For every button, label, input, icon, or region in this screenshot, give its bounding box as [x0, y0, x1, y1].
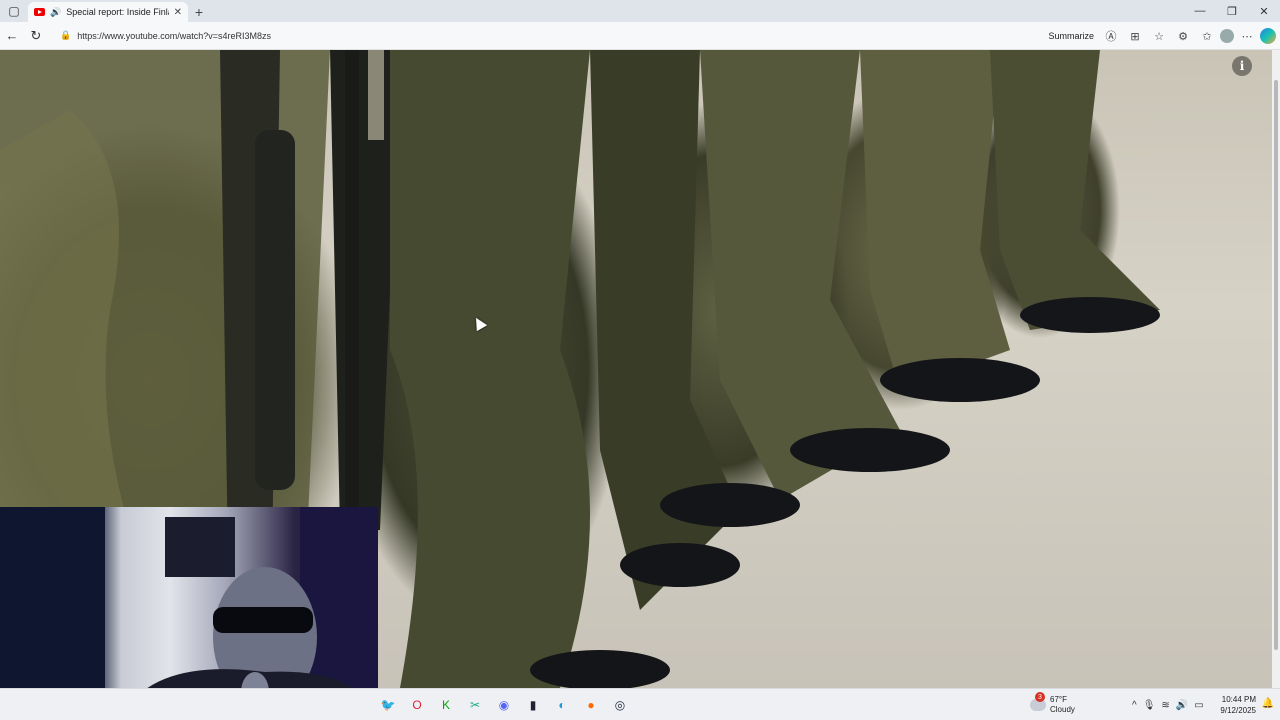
notifications-icon[interactable]: 🔔: [1262, 698, 1274, 709]
site-info-icon[interactable]: 🔒: [60, 30, 71, 41]
youtube-favicon-icon: [34, 8, 45, 16]
clock-time: 10:44 PM: [1221, 695, 1256, 704]
microphone-icon[interactable]: 🎙: [1143, 700, 1156, 711]
extensions-icon[interactable]: ⚙: [1172, 25, 1194, 47]
volume-icon[interactable]: 🔊: [1176, 700, 1188, 711]
window-controls: — ❐ ✕: [1184, 0, 1280, 22]
steam-app-icon[interactable]: ◎: [608, 693, 632, 717]
tab-title: Special report: Inside Finland: [66, 7, 168, 17]
profile-avatar[interactable]: [1220, 29, 1234, 43]
tab-strip: ▢ 🔊 Special report: Inside Finland ✕ + —…: [0, 0, 1280, 22]
twitter-app-icon[interactable]: 🐦: [376, 693, 400, 717]
tab-active[interactable]: 🔊 Special report: Inside Finland ✕: [28, 2, 188, 22]
weather-condition: Cloudy: [1050, 705, 1075, 714]
tab-close-icon[interactable]: ✕: [174, 7, 182, 18]
reload-button[interactable]: ↻: [24, 24, 48, 48]
toolbar-right: Summarize Ⓐ ⊞ ☆ ⚙ ✩ ⋯: [1044, 24, 1276, 48]
url-text: https://www.youtube.com/watch?v=s4reRI3M…: [77, 30, 272, 41]
terminal-app-icon[interactable]: ▮: [521, 693, 545, 717]
opera-app-icon[interactable]: O: [405, 693, 429, 717]
taskbar: 🐦 O K ✂ ◉ ▮ ◐ ● ◎ 67°F Cloudy 3 ^ 🎙 ≋ 🔊 ▭ 10:44 …: [0, 688, 1280, 720]
favorite-star-icon[interactable]: ☆: [1148, 25, 1170, 47]
summarize-button[interactable]: Summarize: [1044, 25, 1098, 47]
snipping-app-icon[interactable]: ✂: [463, 693, 487, 717]
taskbar-apps: 🐦 O K ✂ ◉ ▮ ◐ ● ◎: [376, 693, 632, 717]
battery-icon[interactable]: ▭: [1194, 700, 1203, 711]
page-scrollbar[interactable]: [1272, 50, 1280, 688]
browser-toolbar: ← ↻ 🔒 https://www.youtube.com/watch?v=s4…: [0, 22, 1280, 50]
copilot-icon[interactable]: [1260, 28, 1276, 44]
favorites-icon[interactable]: ✩: [1196, 25, 1218, 47]
tab-actions-icon[interactable]: ▢: [0, 0, 28, 22]
address-bar[interactable]: 🔒 https://www.youtube.com/watch?v=s4reRI…: [54, 25, 1034, 47]
weather-temp: 67°F: [1050, 695, 1067, 704]
clock[interactable]: 10:44 PM 9/12/2025: [1220, 694, 1256, 716]
show-hidden-icons-icon[interactable]: ^: [1132, 700, 1137, 711]
firefox-app-icon[interactable]: ●: [579, 693, 603, 717]
more-menu-icon[interactable]: ⋯: [1236, 25, 1258, 47]
kick-app-icon[interactable]: K: [434, 693, 458, 717]
clock-date: 9/12/2025: [1220, 706, 1256, 715]
read-aloud-icon[interactable]: Ⓐ: [1100, 25, 1122, 47]
discord-app-icon[interactable]: ◉: [492, 693, 516, 717]
edge-app-icon[interactable]: ◐: [550, 693, 574, 717]
scrollbar-thumb[interactable]: [1274, 80, 1278, 650]
back-button[interactable]: ←: [0, 24, 24, 48]
minimize-button[interactable]: —: [1184, 0, 1216, 22]
screen: ▢ 🔊 Special report: Inside Finland ✕ + —…: [0, 0, 1280, 720]
close-window-button[interactable]: ✕: [1248, 0, 1280, 22]
split-screen-icon[interactable]: ⊞: [1124, 25, 1146, 47]
weather-badge: 3: [1035, 692, 1045, 702]
wifi-icon[interactable]: ≋: [1161, 700, 1169, 711]
speaker-icon[interactable]: 🔊: [50, 7, 61, 18]
system-tray: ^ 🎙 ≋ 🔊 ▭: [1132, 695, 1204, 715]
restore-button[interactable]: ❐: [1216, 0, 1248, 22]
info-icon[interactable]: i: [1232, 56, 1252, 76]
new-tab-button[interactable]: +: [188, 2, 210, 22]
